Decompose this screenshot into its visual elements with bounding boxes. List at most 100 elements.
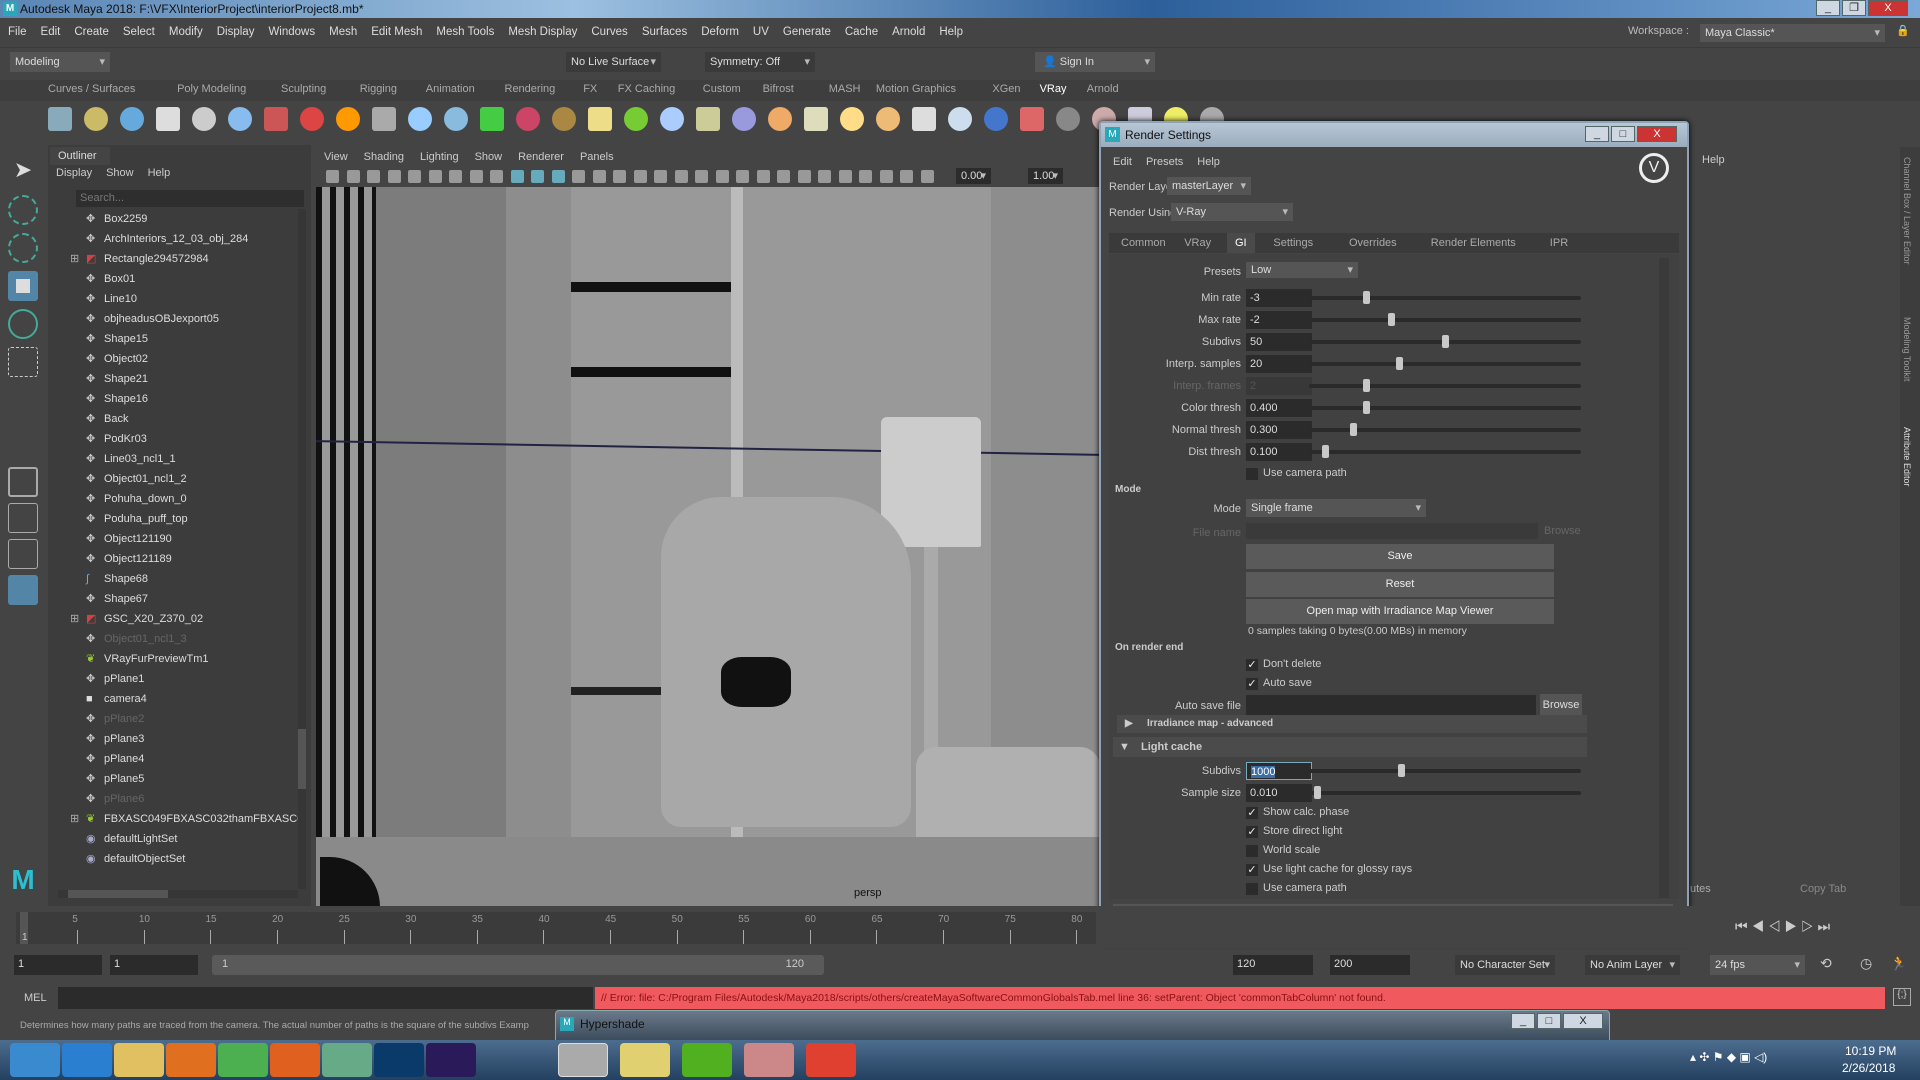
3d-scene-view[interactable]: persp [316, 187, 1100, 907]
menu-windows[interactable]: Windows [268, 26, 315, 38]
outliner-item[interactable]: ✥ Shape21 [48, 369, 298, 389]
shelf-icon[interactable] [1056, 107, 1080, 131]
menu-edit[interactable]: Edit [41, 26, 61, 38]
shelf-icon[interactable] [84, 107, 108, 131]
clock-date[interactable]: 2/26/2018 [1842, 1061, 1895, 1075]
menu-curves[interactable]: Curves [591, 26, 627, 38]
viewport-toolbar-icon[interactable] [654, 170, 667, 183]
shelf-tab-poly-modeling[interactable]: Poly Modeling [177, 83, 246, 95]
side-tab-attribute-editor[interactable]: Attribute Editor [1902, 427, 1912, 487]
tab-gi[interactable]: GI [1227, 233, 1255, 253]
viewport-toolbar-icon[interactable] [387, 170, 401, 183]
color-thresh-slider[interactable] [1309, 401, 1581, 414]
shelf-tab-fx[interactable]: FX [583, 83, 597, 95]
two-view-layout-icon[interactable] [8, 539, 38, 569]
hypershade-close-button[interactable]: X [1563, 1013, 1603, 1029]
outliner-item[interactable]: ■ camera4 [48, 689, 298, 709]
shelf-icon[interactable] [228, 107, 252, 131]
lc-sample-size-field[interactable]: 0.010 [1246, 784, 1312, 802]
hypershade-maximize-button[interactable]: □ [1537, 1013, 1561, 1029]
tab-vray[interactable]: VRay [1176, 233, 1219, 253]
shelf-icon[interactable] [624, 107, 648, 131]
viewport-toolbar-icon[interactable] [613, 170, 626, 183]
viewport-menu-show[interactable]: Show [475, 151, 503, 163]
shelf-tab-custom[interactable]: Custom [703, 83, 741, 95]
dist-thresh-slider-thumb[interactable] [1322, 445, 1330, 458]
file-name-field[interactable] [1246, 523, 1538, 539]
lc-sample-size-slider-thumb[interactable] [1314, 786, 1322, 799]
viewport-menu-panels[interactable]: Panels [580, 151, 614, 163]
dialog-vertical-scrollbar[interactable] [1659, 258, 1669, 898]
menu-generate[interactable]: Generate [783, 26, 831, 38]
open-map-viewer-button[interactable]: Open map with Irradiance Map Viewer [1246, 599, 1554, 624]
outliner-item[interactable]: ✥ pPlane4 [48, 749, 298, 769]
taskbar-photoshop-icon[interactable] [374, 1043, 424, 1077]
viewport-toolbar-icon[interactable] [469, 170, 483, 183]
viewport-toolbar-icon[interactable] [715, 170, 729, 183]
lasso-tool-icon[interactable] [8, 195, 38, 225]
taskbar-internet-explorer-icon[interactable] [62, 1043, 112, 1077]
file-name-browse-button[interactable]: Browse [1544, 525, 1581, 537]
render-layer-dropdown[interactable]: masterLayer [1167, 177, 1251, 195]
normal-thresh-field[interactable]: 0.300 [1246, 421, 1312, 439]
expand-icon[interactable]: ⊞ [70, 249, 79, 269]
outliner-item[interactable]: ⊞ ◩ Rectangle294572984 [48, 249, 298, 269]
outliner-tab[interactable]: Outliner [50, 147, 110, 165]
lc-show-calc-phase-checkbox[interactable]: ✓ [1246, 807, 1258, 819]
lc-use-light-cache-for-glossy-rays-checkbox[interactable]: ✓ [1246, 864, 1258, 876]
outliner-item[interactable]: ⊞ ❦ FBXASC049FBXASC032thamFBXASC03 [48, 809, 298, 829]
hypershade-minimize-button[interactable]: _ [1511, 1013, 1535, 1029]
dialog-menu-help[interactable]: Help [1197, 156, 1220, 168]
shelf-icon[interactable] [48, 107, 72, 131]
side-tab-channel-box[interactable]: Channel Box / Layer Editor [1902, 157, 1912, 265]
menu-modify[interactable]: Modify [169, 26, 203, 38]
viewport-menu-lighting[interactable]: Lighting [420, 151, 459, 163]
script-editor-icon[interactable]: {;} [1893, 988, 1911, 1006]
outliner-menu-display[interactable]: Display [56, 167, 92, 179]
shelf-icon[interactable] [840, 107, 864, 131]
outliner-item[interactable]: ✥ Shape67 [48, 589, 298, 609]
timeline-track[interactable] [16, 912, 1096, 944]
shelf-icon[interactable] [444, 107, 468, 131]
taskbar-camtasia-recorder-icon[interactable] [806, 1043, 856, 1077]
tab-render-elements[interactable]: Render Elements [1423, 233, 1524, 253]
exposure-field[interactable]: 0.00 [956, 168, 991, 184]
menu-select[interactable]: Select [123, 26, 155, 38]
auto-save-browse-button[interactable]: Browse [1540, 694, 1582, 716]
dialog-menu-edit[interactable]: Edit [1113, 156, 1132, 168]
viewport-toolbar-icon[interactable] [777, 170, 790, 183]
viewport-toolbar-icon[interactable] [449, 170, 462, 183]
shelf-tab-bifrost[interactable]: Bifrost [763, 83, 794, 95]
outliner-item[interactable]: ✥ Object01_ncl1_3 [48, 629, 298, 649]
outliner-item[interactable]: ✥ Pohuha_down_0 [48, 489, 298, 509]
command-language-label[interactable]: MEL [24, 992, 47, 1004]
viewport-toolbar-icon[interactable] [818, 170, 831, 183]
normal-thresh-slider[interactable] [1309, 423, 1581, 436]
menu-deform[interactable]: Deform [701, 26, 739, 38]
render-using-dropdown[interactable]: V-Ray [1171, 203, 1293, 221]
menu-mesh-tools[interactable]: Mesh Tools [436, 26, 494, 38]
menu-mesh[interactable]: Mesh [329, 26, 357, 38]
menuset-dropdown[interactable]: Modeling [10, 52, 110, 72]
lc-world-scale-checkbox[interactable] [1246, 845, 1258, 857]
expand-icon[interactable]: ⊞ [70, 609, 79, 629]
viewport-toolbar-icon[interactable] [900, 170, 913, 183]
outliner-item[interactable]: ✥ pPlane6 [48, 789, 298, 809]
shelf-icon[interactable] [480, 107, 504, 131]
color-thresh-field[interactable]: 0.400 [1246, 399, 1312, 417]
outliner-item[interactable]: ✥ Object01_ncl1_2 [48, 469, 298, 489]
outliner-item[interactable]: ✥ Object02 [48, 349, 298, 369]
rotate-tool-icon[interactable] [8, 309, 38, 339]
taskbar-camtasia-icon[interactable] [682, 1043, 732, 1077]
max-rate-slider-thumb[interactable] [1387, 313, 1395, 326]
shelf-icon[interactable] [264, 107, 288, 131]
command-result-error[interactable]: // Error: file: C:/Program Files/Autodes… [595, 987, 1885, 1009]
tab-ipr[interactable]: IPR [1542, 233, 1576, 253]
viewport-menu-renderer[interactable]: Renderer [518, 151, 564, 163]
interp-samples-slider-thumb[interactable] [1395, 357, 1403, 370]
outliner-item[interactable]: ✥ Poduha_puff_top [48, 509, 298, 529]
viewport-menu-view[interactable]: View [324, 151, 348, 163]
expand-icon[interactable]: ⊞ [70, 809, 79, 829]
viewport-toolbar-icon[interactable] [592, 170, 606, 183]
shelf-tab-motion-graphics[interactable]: Motion Graphics [876, 83, 956, 95]
